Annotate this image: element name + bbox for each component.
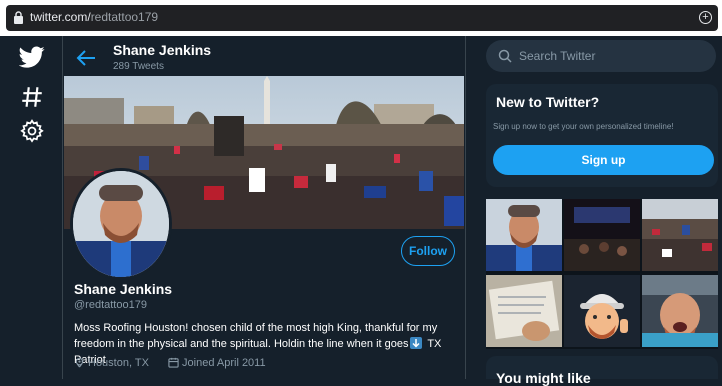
url-text[interactable]: twitter.com/redtattoo179 [30, 10, 158, 24]
tweet-count: 289 Tweets [113, 61, 164, 72]
browser-address-bar: twitter.com/redtattoo179 + [0, 0, 722, 36]
you-might-like-card: You might like [486, 356, 718, 386]
you-might-like-title: You might like [496, 370, 591, 386]
url-host: twitter.com/ [30, 10, 91, 24]
lock-icon [14, 11, 23, 24]
media-thumbnail[interactable] [564, 199, 640, 271]
location-text: Houston, TX [88, 357, 149, 369]
gear-icon[interactable] [19, 118, 45, 144]
media-thumbnail[interactable] [486, 275, 562, 347]
bio-text: Moss Roofing Houston! chosen child of th… [74, 322, 438, 350]
search-input[interactable]: Search Twitter [486, 40, 716, 72]
calendar-icon [168, 357, 179, 368]
avatar[interactable] [70, 168, 172, 280]
hashtag-icon[interactable] [19, 84, 45, 110]
down-arrow-emoji-icon [410, 337, 423, 349]
media-thumbnail[interactable] [642, 275, 718, 347]
media-thumbnail[interactable] [564, 275, 640, 347]
media-thumbnail[interactable] [486, 199, 562, 271]
follow-button[interactable]: Follow [401, 236, 455, 266]
search-placeholder: Search Twitter [519, 49, 596, 63]
avatar-photo [73, 171, 169, 277]
profile-name: Shane Jenkins [74, 281, 173, 297]
sign-up-button[interactable]: Sign up [493, 145, 714, 175]
media-thumbnail[interactable] [642, 199, 718, 271]
search-icon [498, 49, 512, 63]
media-grid [486, 199, 718, 349]
add-icon[interactable]: + [699, 11, 712, 24]
profile-column: Shane Jenkins 289 Tweets Follow Shane Je… [62, 36, 466, 379]
location-pin-icon [75, 357, 84, 368]
header-name: Shane Jenkins [113, 42, 212, 58]
joined-text: Joined April 2011 [182, 357, 266, 369]
profile-meta: Houston, TX Joined April 2011 [74, 357, 282, 369]
url-path: redtattoo179 [90, 10, 159, 24]
new-to-twitter-subtitle: Sign up now to get your own personalized… [493, 122, 674, 131]
profile-handle: @redtattoo179 [74, 299, 147, 311]
twitter-bird-icon[interactable] [19, 44, 45, 70]
url-bar[interactable]: twitter.com/redtattoo179 + [6, 5, 718, 31]
left-nav [0, 36, 62, 379]
joined-date: Joined April 2011 [168, 357, 274, 369]
new-to-twitter-card: New to Twitter? Sign up now to get your … [486, 84, 718, 187]
back-arrow-icon[interactable] [75, 48, 97, 68]
new-to-twitter-title: New to Twitter? [496, 94, 600, 110]
location: Houston, TX [74, 357, 157, 369]
